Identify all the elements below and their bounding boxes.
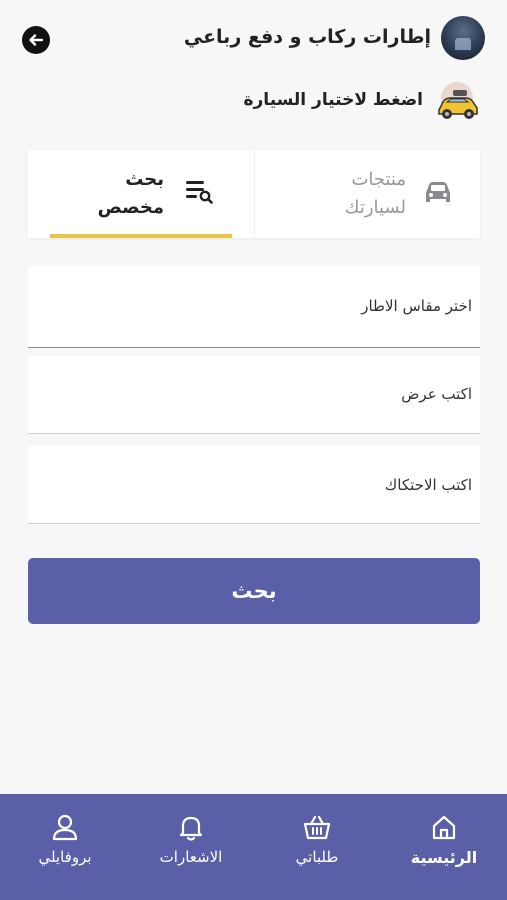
- tab-label-line1: بحث: [125, 169, 164, 190]
- header: إطارات ركاب و دفع رباعي اضغط لاختيار الس…: [0, 0, 507, 140]
- friction-input[interactable]: اكتب الاحتكاك: [28, 446, 480, 524]
- friction-placeholder: اكتب الاحتكاك: [384, 476, 472, 494]
- tab-car-products-label: منتجات لسيارتك: [345, 166, 406, 222]
- nav-notifications-label: الاشعارات: [159, 848, 223, 866]
- nav-home[interactable]: الرئيسية: [389, 812, 499, 867]
- search-list-icon: [186, 181, 213, 204]
- tab-label-line1: منتجات: [351, 169, 406, 190]
- search-button[interactable]: بحث: [28, 558, 480, 624]
- width-placeholder: اكتب عرض: [401, 385, 472, 403]
- user-icon: [52, 814, 78, 841]
- tab-label-line2: لسيارتك: [344, 197, 406, 218]
- nav-profile[interactable]: بروفايلي: [10, 812, 120, 866]
- tab-label-line2: مخصص: [97, 197, 164, 218]
- bell-icon: [179, 816, 203, 841]
- tab-custom-search-label: بحث مخصص: [98, 166, 164, 222]
- arrow-left-icon: [29, 34, 44, 46]
- home-icon: [432, 815, 456, 840]
- nav-orders-label: طلباتي: [295, 848, 339, 866]
- width-input[interactable]: اكتب عرض: [28, 356, 480, 434]
- bottom-navigation: الرئيسية طلباتي الاشعارات بروفايلي: [0, 794, 507, 900]
- nav-notifications[interactable]: الاشعارات: [136, 812, 246, 866]
- active-tab-indicator: [50, 234, 232, 238]
- page-title: إطارات ركاب و دفع رباعي: [183, 26, 431, 48]
- nav-orders[interactable]: طلباتي: [262, 812, 372, 866]
- tire-size-select[interactable]: اختر مقاس الاطار: [28, 266, 480, 348]
- nav-home-label: الرئيسية: [410, 848, 478, 867]
- nav-profile-label: بروفايلي: [38, 848, 92, 866]
- header-top-row: إطارات ركاب و دفع رباعي: [0, 14, 507, 64]
- tab-custom-search[interactable]: بحث مخصص: [28, 150, 254, 238]
- search-mode-tabs: بحث مخصص منتجات لسيارتك: [28, 150, 480, 238]
- car-with-tire-icon: [438, 82, 478, 119]
- app-logo-avatar: [441, 16, 485, 60]
- tab-car-products[interactable]: منتجات لسيارتك: [254, 150, 480, 238]
- basket-icon: [303, 815, 331, 840]
- select-car-label: اضغط لاختيار السيارة: [243, 90, 423, 110]
- back-button[interactable]: [22, 26, 50, 54]
- car-icon: [426, 182, 450, 202]
- tire-size-placeholder: اختر مقاس الاطار: [361, 297, 472, 315]
- select-car-row[interactable]: اضغط لاختيار السيارة: [0, 80, 507, 124]
